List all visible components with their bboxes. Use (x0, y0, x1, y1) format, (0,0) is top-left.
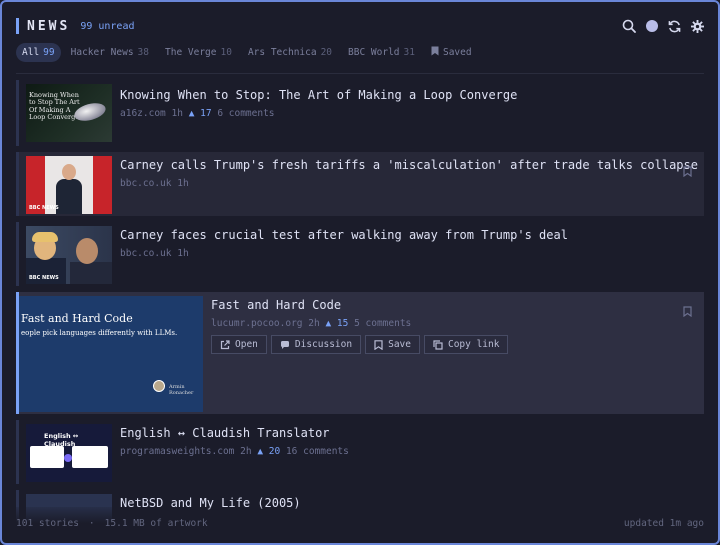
comments-link[interactable]: 16 comments (286, 446, 349, 457)
story-meta: a16z.com 1h ▲ 17 6 comments (120, 108, 275, 119)
chat-icon (280, 340, 290, 350)
updated-time: updated 1m ago (623, 518, 704, 529)
story-actions: Open Discussion Save Copy link (211, 335, 704, 354)
comments-link[interactable]: 6 comments (217, 108, 274, 119)
search-icon[interactable] (622, 19, 636, 33)
tab-bbc-world[interactable]: BBC World 31 (342, 43, 421, 62)
story-title[interactable]: Carney calls Trump's fresh tariffs a 'mi… (120, 158, 704, 172)
avatar (153, 380, 165, 392)
tab-ars-technica[interactable]: Ars Technica 20 (242, 43, 338, 62)
tab-hacker-news[interactable]: Hacker News 38 (65, 43, 155, 62)
story-title[interactable]: Carney faces crucial test after walking … (120, 228, 704, 242)
app-title: NEWS (27, 18, 71, 34)
unread-count: 99 unread (80, 20, 135, 32)
story-item[interactable]: BBC NEWS Carney calls Trump's fresh tari… (16, 152, 704, 216)
copy-link-button[interactable]: Copy link (423, 335, 509, 354)
story-thumbnail: Knowing When to Stop The Art Of Making A… (26, 84, 112, 142)
bookmark-icon (431, 46, 439, 59)
external-link-icon (220, 339, 230, 350)
gear-icon[interactable] (691, 19, 704, 33)
story-thumbnail: Fast and Hard Code eople pick languages … (19, 296, 203, 412)
refresh-icon[interactable] (668, 20, 681, 33)
story-title[interactable]: Fast and Hard Code (211, 298, 704, 312)
discussion-button[interactable]: Discussion (270, 335, 362, 354)
story-title[interactable]: English ↔ Claudish Translator (120, 426, 704, 440)
story-meta: bbc.co.uk 1h (120, 248, 189, 259)
story-thumbnail: English ↔ Claudish (26, 424, 112, 482)
bookmark-icon[interactable] (683, 162, 692, 181)
open-button[interactable]: Open (211, 335, 267, 354)
story-meta: lucumr.pocoo.org 2h ▲ 15 5 comments (211, 318, 412, 329)
bookmark-icon (374, 339, 383, 350)
story-item-expanded[interactable]: Fast and Hard Code eople pick languages … (16, 292, 704, 414)
story-thumbnail: BBC NEWS (26, 156, 112, 214)
artwork-size: 15.1 MB of artwork (104, 518, 208, 529)
theme-dot-icon[interactable] (646, 20, 658, 32)
tab-all[interactable]: All 99 (16, 43, 61, 62)
story-list: Knowing When to Stop The Art Of Making A… (16, 80, 704, 543)
status-footer: 101 stories · 15.1 MB of artwork updated… (16, 507, 704, 543)
comments-link[interactable]: 5 comments (354, 318, 411, 329)
bookmark-icon[interactable] (683, 302, 692, 321)
header: NEWS 99 unread (16, 16, 704, 36)
copy-icon (433, 339, 443, 350)
story-title[interactable]: Knowing When to Stop: The Art of Making … (120, 88, 704, 102)
story-item[interactable]: BBC NEWS Carney faces crucial test after… (16, 222, 704, 286)
story-meta: bbc.co.uk 1h (120, 178, 189, 189)
story-item[interactable]: English ↔ Claudish English ↔ Claudish Tr… (16, 420, 704, 484)
app-window: NEWS 99 unread All 99 Hacker News 38 The V… (0, 0, 720, 545)
tab-saved[interactable]: Saved (425, 42, 478, 63)
story-thumbnail: BBC NEWS (26, 226, 112, 284)
source-tabs: All 99 Hacker News 38 The Verge 10 Ars Tech… (16, 42, 478, 63)
story-item[interactable]: Knowing When to Stop The Art Of Making A… (16, 80, 704, 146)
header-actions (622, 19, 704, 33)
brand-accent-bar (16, 18, 19, 34)
story-meta: programasweights.com 2h ▲ 20 16 comments (120, 446, 349, 457)
divider (16, 73, 704, 74)
tab-the-verge[interactable]: The Verge 10 (159, 43, 238, 62)
story-count: 101 stories (16, 518, 79, 529)
save-button[interactable]: Save (365, 335, 420, 354)
